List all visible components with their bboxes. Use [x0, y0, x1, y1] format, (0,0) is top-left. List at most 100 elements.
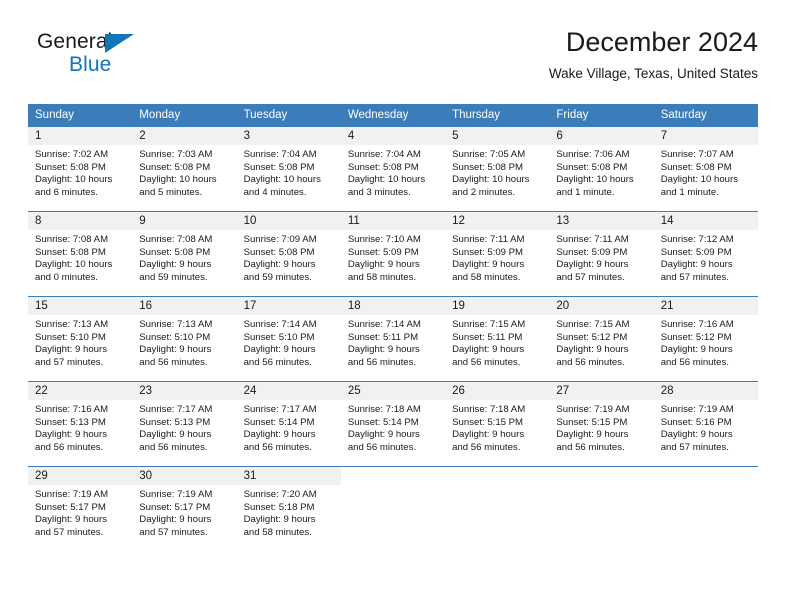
location-subtitle: Wake Village, Texas, United States	[548, 66, 758, 81]
calendar-day-cell[interactable]: 30 Sunrise: 7:19 AM Sunset: 5:17 PM Dayligh…	[132, 466, 237, 551]
calendar-page: General Blue December 2024 Wake Village,…	[0, 0, 792, 612]
calendar-day-cell[interactable]: 23 Sunrise: 7:17 AM Sunset: 5:13 PM Dayligh…	[132, 381, 237, 467]
day-details: Sunrise: 7:18 AM Sunset: 5:14 PM Daylight:…	[341, 400, 445, 454]
sunset-text: Sunset: 5:08 PM	[243, 246, 315, 258]
sunset-text: Sunset: 5:10 PM	[139, 331, 211, 343]
day-details	[549, 485, 653, 489]
day-number: 15	[28, 297, 133, 315]
calendar-day-cell[interactable]: 1 Sunrise: 7:02 AM Sunset: 5:08 PM Daylight…	[28, 126, 133, 212]
calendar-day-cell[interactable]: 8 Sunrise: 7:08 AM Sunset: 5:08 PM Daylight…	[28, 211, 133, 297]
daylight-text-line1: Daylight: 9 hours	[139, 259, 212, 271]
sunset-text: Sunset: 5:10 PM	[35, 331, 106, 343]
sunrise-text: Sunrise: 7:11 AM	[556, 234, 629, 245]
daylight-text-line2: and 56 minutes.	[139, 441, 208, 453]
calendar-day-cell[interactable]: 9 Sunrise: 7:08 AM Sunset: 5:08 PM Daylight…	[132, 211, 237, 297]
calendar-day-cell[interactable]: 3 Sunrise: 7:04 AM Sunset: 5:08 PM Daylight…	[236, 126, 341, 212]
calendar-day-cell[interactable]: 7 Sunrise: 7:07 AM Sunset: 5:08 PM Daylight…	[653, 126, 758, 212]
day-details: Sunrise: 7:19 AM Sunset: 5:16 PM Daylight:…	[654, 400, 758, 454]
weekday-header-tuesday: Tuesday	[236, 104, 341, 127]
calendar-day-cell[interactable]: 10 Sunrise: 7:09 AM Sunset: 5:08 PM Dayligh…	[236, 211, 341, 297]
day-box	[340, 467, 446, 551]
weekday-header-thursday: Thursday	[445, 104, 550, 127]
calendar-day-cell[interactable]: 4 Sunrise: 7:04 AM Sunset: 5:08 PM Daylight…	[340, 126, 446, 212]
daylight-text-line1: Daylight: 9 hours	[139, 344, 212, 356]
calendar-empty-cell	[549, 466, 654, 551]
sunrise-text: Sunrise: 7:18 AM	[347, 404, 421, 415]
sunrise-text: Sunrise: 7:03 AM	[139, 149, 213, 160]
calendar-day-cell[interactable]: 15 Sunrise: 7:13 AM Sunset: 5:10 PM Dayligh…	[28, 296, 133, 382]
day-box: 12 Sunrise: 7:11 AM Sunset: 5:09 PM Dayligh…	[445, 212, 550, 296]
calendar-day-cell[interactable]: 25 Sunrise: 7:18 AM Sunset: 5:14 PM Dayligh…	[340, 381, 446, 467]
daylight-text-line2: and 56 minutes.	[452, 441, 521, 453]
calendar-day-cell[interactable]: 26 Sunrise: 7:18 AM Sunset: 5:15 PM Dayligh…	[445, 381, 550, 467]
daylight-text-line1: Daylight: 10 hours	[556, 174, 634, 186]
calendar-day-cell[interactable]: 11 Sunrise: 7:10 AM Sunset: 5:09 PM Dayligh…	[340, 211, 446, 297]
calendar-day-cell[interactable]: 5 Sunrise: 7:05 AM Sunset: 5:08 PM Daylight…	[445, 126, 550, 212]
calendar-day-cell[interactable]: 2 Sunrise: 7:03 AM Sunset: 5:08 PM Daylight…	[132, 126, 237, 212]
calendar-day-cell[interactable]: 22 Sunrise: 7:16 AM Sunset: 5:13 PM Dayligh…	[28, 381, 133, 467]
calendar-day-cell[interactable]: 6 Sunrise: 7:06 AM Sunset: 5:08 PM Daylight…	[549, 126, 654, 212]
day-box: 23 Sunrise: 7:17 AM Sunset: 5:13 PM Dayligh…	[132, 382, 237, 466]
daylight-text-line2: and 57 minutes.	[556, 271, 625, 283]
day-box: 22 Sunrise: 7:16 AM Sunset: 5:13 PM Dayligh…	[28, 382, 133, 466]
sunrise-text: Sunrise: 7:17 AM	[243, 404, 317, 415]
daylight-text-line1: Daylight: 10 hours	[35, 174, 113, 186]
daylight-text-line2: and 58 minutes.	[347, 271, 417, 283]
day-details: Sunrise: 7:11 AM Sunset: 5:09 PM Daylight:…	[445, 230, 549, 284]
daylight-text-line1: Daylight: 9 hours	[243, 344, 316, 356]
day-number: 3	[236, 127, 341, 145]
day-number: 31	[236, 467, 341, 485]
day-box: 13 Sunrise: 7:11 AM Sunset: 5:09 PM Dayligh…	[549, 212, 654, 296]
sunrise-text: Sunrise: 7:15 AM	[452, 319, 526, 330]
calendar-day-cell[interactable]: 21 Sunrise: 7:16 AM Sunset: 5:12 PM Dayligh…	[653, 296, 758, 382]
daylight-text-line1: Daylight: 10 hours	[347, 174, 426, 186]
sunset-text: Sunset: 5:08 PM	[35, 246, 106, 258]
sunrise-text: Sunrise: 7:19 AM	[660, 404, 734, 415]
day-details	[445, 485, 549, 489]
day-number: 1	[28, 127, 133, 145]
general-blue-logo[interactable]: General Blue	[37, 30, 217, 86]
day-box: 16 Sunrise: 7:13 AM Sunset: 5:10 PM Dayligh…	[132, 297, 237, 381]
daylight-text-line2: and 58 minutes.	[452, 271, 521, 283]
day-details: Sunrise: 7:02 AM Sunset: 5:08 PM Daylight:…	[28, 145, 132, 199]
calendar-day-cell[interactable]: 28 Sunrise: 7:19 AM Sunset: 5:16 PM Dayligh…	[653, 381, 758, 467]
sunrise-text: Sunrise: 7:07 AM	[660, 149, 734, 160]
day-number: 11	[340, 212, 446, 230]
daylight-text-line2: and 2 minutes.	[452, 186, 516, 198]
day-details: Sunrise: 7:17 AM Sunset: 5:14 PM Daylight:…	[237, 400, 341, 454]
sunset-text: Sunset: 5:08 PM	[243, 161, 315, 173]
calendar-day-cell[interactable]: 16 Sunrise: 7:13 AM Sunset: 5:10 PM Dayligh…	[132, 296, 237, 382]
calendar-day-cell[interactable]: 20 Sunrise: 7:15 AM Sunset: 5:12 PM Dayligh…	[549, 296, 654, 382]
daylight-text-line2: and 56 minutes.	[35, 441, 104, 453]
calendar-day-cell[interactable]: 27 Sunrise: 7:19 AM Sunset: 5:15 PM Dayligh…	[549, 381, 654, 467]
sunset-text: Sunset: 5:18 PM	[243, 501, 315, 513]
sunset-text: Sunset: 5:08 PM	[556, 161, 628, 173]
calendar-day-cell[interactable]: 12 Sunrise: 7:11 AM Sunset: 5:09 PM Dayligh…	[445, 211, 550, 297]
day-details: Sunrise: 7:14 AM Sunset: 5:11 PM Daylight:…	[341, 315, 445, 369]
day-details: Sunrise: 7:19 AM Sunset: 5:17 PM Daylight:…	[132, 485, 236, 539]
daylight-text-line2: and 1 minute.	[556, 186, 615, 198]
day-number: 24	[236, 382, 341, 400]
calendar-day-cell[interactable]: 13 Sunrise: 7:11 AM Sunset: 5:09 PM Dayligh…	[549, 211, 654, 297]
calendar-day-cell[interactable]: 29 Sunrise: 7:19 AM Sunset: 5:17 PM Dayligh…	[28, 466, 133, 551]
sunset-text: Sunset: 5:15 PM	[556, 416, 628, 428]
calendar-day-cell[interactable]: 24 Sunrise: 7:17 AM Sunset: 5:14 PM Dayligh…	[236, 381, 341, 467]
day-number: 7	[653, 127, 758, 145]
weekday-header-monday: Monday	[132, 104, 237, 127]
day-box: 1 Sunrise: 7:02 AM Sunset: 5:08 PM Daylight…	[28, 127, 133, 211]
day-number: 13	[549, 212, 654, 230]
day-number: 25	[340, 382, 446, 400]
calendar-day-cell[interactable]: 14 Sunrise: 7:12 AM Sunset: 5:09 PM Dayligh…	[653, 211, 758, 297]
day-box: 17 Sunrise: 7:14 AM Sunset: 5:10 PM Dayligh…	[236, 297, 341, 381]
day-box	[549, 467, 654, 551]
sunrise-text: Sunrise: 7:02 AM	[35, 149, 109, 160]
day-number: 29	[28, 467, 133, 485]
calendar-day-cell[interactable]: 18 Sunrise: 7:14 AM Sunset: 5:11 PM Dayligh…	[340, 296, 446, 382]
daylight-text-line2: and 56 minutes.	[243, 356, 312, 368]
calendar-day-cell[interactable]: 17 Sunrise: 7:14 AM Sunset: 5:10 PM Dayligh…	[236, 296, 341, 382]
calendar-week-row: 8 Sunrise: 7:08 AM Sunset: 5:08 PM Daylight…	[28, 211, 758, 297]
calendar-day-cell[interactable]: 19 Sunrise: 7:15 AM Sunset: 5:11 PM Dayligh…	[445, 296, 550, 382]
sunrise-text: Sunrise: 7:04 AM	[243, 149, 317, 160]
calendar-day-cell[interactable]: 31 Sunrise: 7:20 AM Sunset: 5:18 PM Dayligh…	[236, 466, 341, 551]
sunrise-text: Sunrise: 7:04 AM	[347, 149, 421, 160]
